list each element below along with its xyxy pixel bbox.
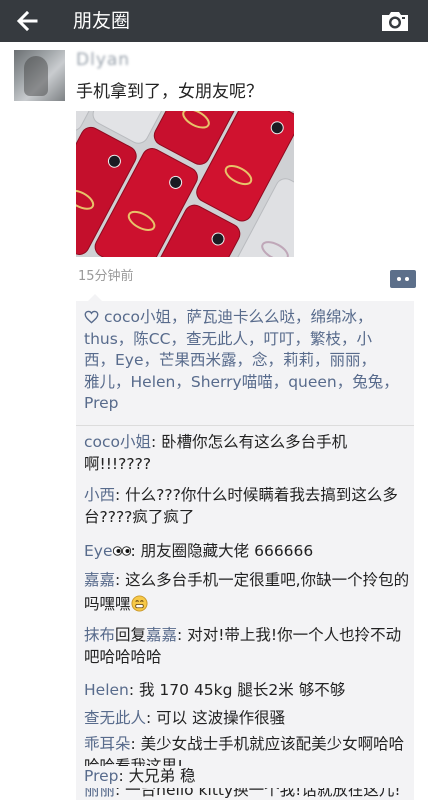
likes-list: coco小姐，萨瓦迪卡么么哒，绵绵冰， thus，陈CC，查无此人，叮叮，繁枝，… (84, 307, 404, 415)
post-username[interactable]: Dlyan (76, 50, 130, 70)
post-text: 手机拿到了，女朋友呢？ (76, 82, 263, 102)
likes-line[interactable]: Prep (84, 394, 118, 412)
comment-item[interactable]: 嘉嘉: 这么多台手机一定很重吧,你缺一个拎包的吗嘿嘿 (84, 570, 410, 615)
likes-line[interactable]: coco小姐，萨瓦迪卡么么哒，绵绵冰， (104, 308, 373, 326)
comment-text: : 可以 这波操作很骚 (146, 709, 286, 727)
comment-item[interactable]: 小西: 什么???你什么时候瞒着我去搞到这么多台????疯了疯了 (84, 485, 410, 528)
likes-line[interactable]: 雅儿，Helen，Sherry喵喵，queen，兔兔， (84, 373, 399, 391)
comment-text: : 大兄弟 稳 (118, 767, 196, 785)
back-button[interactable] (12, 7, 44, 35)
comment-author[interactable]: coco小姐 (84, 433, 151, 451)
comment-author[interactable]: 乖耳朵 (84, 735, 131, 753)
post-image[interactable] (76, 111, 294, 257)
comment-author[interactable]: Helen (84, 681, 129, 699)
comment-text: : 什么???你什么时候瞒着我去搞到这么多台????疯了疯了 (84, 486, 398, 526)
comment-item[interactable]: coco小姐: 卧槽你怎么有这么多台手机啊!!!???? (84, 432, 410, 475)
reply-target[interactable]: 嘉嘉 (146, 626, 177, 644)
reply-word: 回复 (115, 626, 147, 644)
camera-icon (382, 12, 408, 31)
likes-line[interactable]: 西，Eye，芒果西米露，念，莉莉，丽丽， (84, 351, 376, 369)
likes-comments-panel: coco小姐，萨瓦迪卡么么哒，绵绵冰， thus，陈CC，查无此人，叮叮，繁枝，… (76, 294, 414, 800)
grin-emoji (130, 594, 148, 612)
eyes-emoji (112, 546, 131, 556)
back-arrow-icon (16, 10, 38, 32)
comment-item[interactable]: Prep: 大兄弟 稳 (84, 766, 410, 788)
avatar-figure (24, 56, 48, 96)
avatar[interactable] (14, 50, 65, 101)
comment-text: : 我 170 45kg 腿长2米 够不够 (128, 681, 346, 699)
comment-author[interactable]: Eye (84, 542, 113, 560)
moment-post: Dlyan 手机拿到了，女朋友呢？ 15分钟前 coco小姐，萨瓦迪卡么么哒，绵… (0, 42, 428, 800)
likes-line[interactable]: thus，陈CC，查无此人，叮叮，繁枝，小 (84, 330, 372, 348)
comment-item[interactable]: Eye : 朋友圈隐藏大佬 666666 (84, 541, 410, 563)
heart-icon (84, 310, 99, 324)
comment-button[interactable] (390, 270, 416, 288)
phones-photo (76, 111, 294, 257)
comment-item[interactable]: 抹布回复嘉嘉: 对对!带上我!你一个人也拎不动吧哈哈哈哈 (84, 625, 410, 668)
comment-author[interactable]: 嘉嘉 (84, 571, 115, 589)
comment-icon-dot (405, 277, 409, 281)
comment-item[interactable]: 查无此人: 可以 这波操作很骚 (84, 708, 410, 730)
comment-author[interactable]: Prep (84, 767, 118, 785)
comment-text: : 朋友圈隐藏大佬 666666 (130, 542, 314, 560)
comment-icon (397, 277, 401, 281)
comment-item[interactable]: Helen: 我 170 45kg 腿长2米 够不够 (84, 680, 410, 702)
camera-button[interactable] (380, 9, 410, 33)
page-title: 朋友圈 (73, 10, 131, 32)
comment-author[interactable]: 抹布 (84, 626, 115, 644)
top-bar: 朋友圈 (0, 0, 428, 42)
comment-author[interactable]: 查无此人 (84, 709, 146, 727)
comment-author[interactable]: 小西 (84, 486, 115, 504)
post-timestamp: 15分钟前 (78, 269, 134, 284)
likes-divider (76, 425, 414, 426)
